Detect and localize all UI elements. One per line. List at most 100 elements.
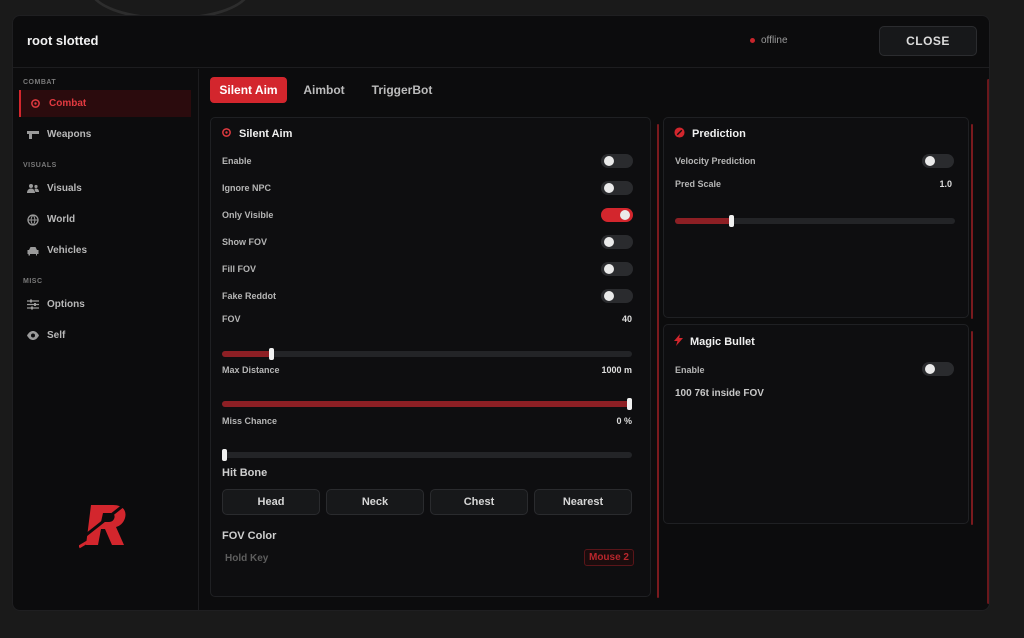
sidebar-item-combat[interactable]: Combat xyxy=(19,90,191,117)
sidebar-item-vehicles[interactable]: Vehicles xyxy=(19,237,191,264)
panel-scroll-accent xyxy=(971,331,973,525)
title-bar: root slotted offline CLOSE xyxy=(13,16,989,68)
lightning-icon xyxy=(674,334,683,349)
sidebar-item-label: Options xyxy=(47,299,85,310)
prediction-title: Prediction xyxy=(692,128,746,140)
panel-title: Prediction xyxy=(674,127,746,141)
slider-value: 0 % xyxy=(616,416,632,426)
slider-label: Max Distance xyxy=(222,365,280,375)
pred-scale-label: Pred Scale xyxy=(675,179,722,189)
hit-bone-group: Head Neck Chest Nearest xyxy=(222,489,636,515)
status-dot-icon xyxy=(750,38,755,43)
sidebar-item-visuals[interactable]: Visuals xyxy=(19,175,191,202)
hit-bone-head-button[interactable]: Head xyxy=(222,489,320,515)
silent-aim-panel: Silent Aim Enable Ignore NPC Only Visibl… xyxy=(210,117,659,598)
toggle-label: Fill FOV xyxy=(222,264,257,274)
crosshair-icon xyxy=(221,127,232,141)
toggle-label: Fake Reddot xyxy=(222,291,277,301)
globe-icon xyxy=(27,213,39,226)
sidebar-item-label: World xyxy=(47,214,76,225)
hit-bone-label: Hit Bone xyxy=(222,467,268,479)
magic-bullet-enable-toggle[interactable] xyxy=(922,362,954,376)
fake-reddot-toggle[interactable] xyxy=(601,289,633,303)
sidebar-item-options[interactable]: Options xyxy=(19,291,191,318)
main-content: Silent Aim Aimbot TriggerBot Silent Aim … xyxy=(200,69,989,610)
sidebar-item-label: Vehicles xyxy=(47,245,88,256)
sidebar-item-weapons[interactable]: Weapons xyxy=(19,121,191,148)
car-icon xyxy=(27,245,39,257)
hit-bone-neck-button[interactable]: Neck xyxy=(326,489,424,515)
panel-scroll-accent xyxy=(657,124,659,598)
show-fov-toggle[interactable] xyxy=(601,235,633,249)
status-text: offline xyxy=(761,35,788,46)
toggle-label: Ignore NPC xyxy=(222,183,272,193)
toggle-label: Enable xyxy=(222,156,252,166)
only-visible-toggle[interactable] xyxy=(601,208,633,222)
sidebar-item-label: Combat xyxy=(49,98,87,109)
toggle-knob xyxy=(925,364,935,374)
toggle-knob xyxy=(604,237,614,247)
panel-title: Magic Bullet xyxy=(674,334,755,349)
eye-icon xyxy=(27,330,39,342)
magic-bullet-enable-label: Enable xyxy=(675,365,705,375)
sidebar-section-combat: COMBAT xyxy=(23,79,57,86)
users-icon xyxy=(27,183,39,195)
max-distance-slider[interactable] xyxy=(222,398,632,410)
toggle-knob xyxy=(925,156,935,166)
sliders-icon xyxy=(27,299,39,311)
hit-bone-nearest-button[interactable]: Nearest xyxy=(534,489,632,515)
slider-handle[interactable] xyxy=(729,215,734,227)
target-icon xyxy=(674,127,685,141)
sidebar-item-self[interactable]: Self xyxy=(19,322,191,349)
crosshair-icon xyxy=(29,98,41,110)
slider-label: FOV xyxy=(222,314,241,324)
brand-logo xyxy=(79,499,130,549)
gun-icon xyxy=(27,129,39,141)
tab-silent-aim[interactable]: Silent Aim xyxy=(210,77,287,103)
magic-bullet-panel: Magic Bullet Enable 100 76t inside FOV xyxy=(663,324,973,525)
toggle-knob xyxy=(620,210,630,220)
sidebar-item-label: Weapons xyxy=(47,129,92,140)
silent-aim-title: Silent Aim xyxy=(239,128,293,140)
slider-label: Miss Chance xyxy=(222,416,278,426)
slider-fill xyxy=(222,401,630,407)
fov-slider[interactable] xyxy=(222,348,632,360)
enable-toggle[interactable] xyxy=(601,154,633,168)
velocity-prediction-toggle[interactable] xyxy=(922,154,954,168)
slider-value: 40 xyxy=(621,314,632,324)
toggle-label: Only Visible xyxy=(222,210,274,220)
tab-triggerbot[interactable]: TriggerBot xyxy=(361,77,443,103)
sidebar-section-misc: MISC xyxy=(23,278,43,285)
fill-fov-toggle[interactable] xyxy=(601,262,633,276)
pred-scale-value: 1.0 xyxy=(939,179,952,189)
ignore-npc-toggle[interactable] xyxy=(601,181,633,195)
toggle-knob xyxy=(604,183,614,193)
hit-bone-chest-button[interactable]: Chest xyxy=(430,489,528,515)
connection-status: offline xyxy=(750,35,788,46)
toggle-label: Show FOV xyxy=(222,237,267,247)
close-button[interactable]: CLOSE xyxy=(879,26,977,56)
toggle-knob xyxy=(604,156,614,166)
slider-fill xyxy=(675,218,732,224)
sidebar: COMBAT Combat Weapons VISUALS Visuals Wo… xyxy=(13,69,199,610)
panel-scroll-accent xyxy=(971,124,973,319)
slider-fill xyxy=(222,351,273,357)
tab-aimbot[interactable]: Aimbot xyxy=(297,77,351,103)
sidebar-item-label: Visuals xyxy=(47,183,82,194)
main-scrollbar[interactable] xyxy=(987,79,989,604)
pred-scale-slider[interactable] xyxy=(675,215,955,227)
velocity-prediction-label: Velocity Prediction xyxy=(675,156,756,166)
toggle-knob xyxy=(604,291,614,301)
sidebar-item-label: Self xyxy=(47,330,66,341)
sidebar-item-world[interactable]: World xyxy=(19,206,191,233)
slider-handle[interactable] xyxy=(269,348,275,360)
slider-value: 1000 m xyxy=(601,365,632,375)
slider-handle[interactable] xyxy=(222,449,227,461)
window-title: root slotted xyxy=(27,33,99,48)
magic-bullet-title: Magic Bullet xyxy=(690,335,755,348)
slider-handle[interactable] xyxy=(627,398,632,410)
prediction-panel: Prediction Velocity Prediction Pred Scal… xyxy=(663,117,973,319)
miss-chance-slider[interactable] xyxy=(222,449,632,461)
fov-color-label: FOV Color xyxy=(222,530,277,542)
hold-key-bind[interactable]: Mouse 2 xyxy=(583,549,634,566)
